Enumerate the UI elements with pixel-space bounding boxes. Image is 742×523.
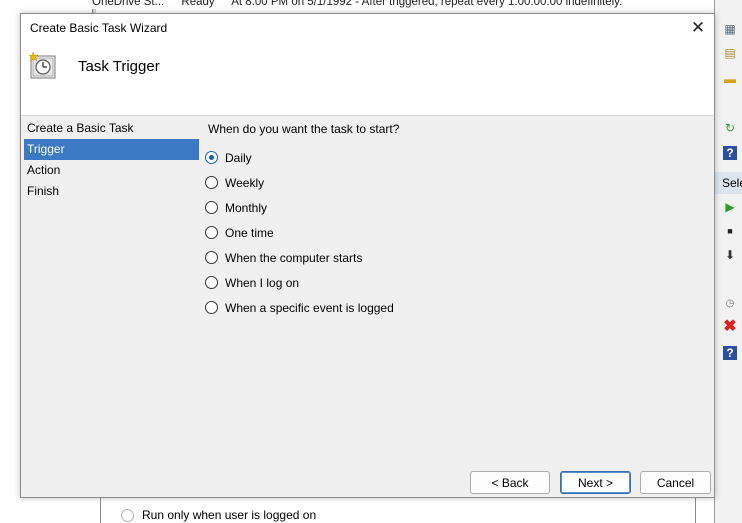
title-bar[interactable]: Create Basic Task Wizard ✕ (21, 14, 714, 42)
event-logged-label[interactable]: When a specific event is logged (225, 301, 394, 315)
folder-icon[interactable]: ▬ (723, 72, 737, 86)
back-button[interactable]: < Back (470, 471, 550, 494)
option-event-logged[interactable]: When a specific event is logged (205, 295, 394, 320)
log-on-label[interactable]: When I log on (225, 276, 299, 290)
close-button[interactable]: ✕ (682, 14, 714, 42)
weekly-label[interactable]: Weekly (225, 176, 264, 190)
daily-label[interactable]: Daily (225, 151, 252, 165)
refresh-icon[interactable]: ↻ (723, 121, 737, 135)
step-finish[interactable]: Finish (24, 181, 199, 202)
history-icon[interactable]: ◷ (723, 297, 737, 311)
step-create-basic-task[interactable]: Create a Basic Task (24, 118, 199, 139)
run-logged-on-option[interactable]: Run only when user is logged on (121, 508, 316, 522)
option-daily[interactable]: Daily (205, 145, 394, 170)
background-task-trigger: At 8:00 PM on 5/1/1992 - After triggered… (231, 0, 623, 8)
selected-item-header: Sele (715, 172, 742, 194)
option-one-time[interactable]: One time (205, 220, 394, 245)
next-button[interactable]: Next > (560, 471, 631, 494)
option-log-on[interactable]: When I log on (205, 270, 394, 295)
actions-panel: ▦ ▤ ▬ ↻ ? Sele ▶ ■ ⬇ ◷ ✖ ? (714, 0, 742, 523)
option-monthly[interactable]: Monthly (205, 195, 394, 220)
option-computer-starts[interactable]: When the computer starts (205, 245, 394, 270)
trigger-question: When do you want the task to start? (208, 122, 400, 136)
page-title: Task Trigger (78, 58, 160, 75)
monthly-radio[interactable] (205, 201, 218, 214)
trigger-options: Daily Weekly Monthly One time When the c… (205, 145, 394, 320)
step-action[interactable]: Action (24, 160, 199, 181)
help-icon[interactable]: ? (723, 146, 737, 160)
cancel-button[interactable]: Cancel (640, 471, 711, 494)
run-logged-on-label: Run only when user is logged on (142, 508, 317, 522)
disable-icon[interactable]: ⬇ (723, 248, 737, 262)
help-icon-2[interactable]: ? (723, 346, 737, 360)
weekly-radio[interactable] (205, 176, 218, 189)
close-icon: ✕ (690, 18, 706, 37)
daily-radio[interactable] (205, 151, 218, 164)
background-task-name: OneDrive St... (92, 0, 165, 8)
clock-icon (28, 51, 56, 79)
delete-icon[interactable]: ✖ (723, 319, 737, 335)
computer-starts-radio[interactable] (205, 251, 218, 264)
end-icon[interactable]: ■ (723, 224, 737, 238)
one-time-radio[interactable] (205, 226, 218, 239)
step-trigger[interactable]: Trigger (24, 139, 199, 160)
background-task-status: Ready (181, 0, 215, 8)
create-basic-task-wizard: Create Basic Task Wizard ✕ Task Trigger … (20, 13, 715, 498)
calendar-icon[interactable]: ▦ (723, 22, 737, 36)
background-task-row[interactable]: OneDrive St... Ready At 8:00 PM on 5/1/1… (92, 0, 714, 9)
window-title: Create Basic Task Wizard (30, 21, 168, 35)
computer-starts-label[interactable]: When the computer starts (225, 251, 362, 265)
one-time-label[interactable]: One time (225, 226, 274, 240)
import-icon[interactable]: ▤ (723, 46, 737, 60)
run-logged-on-radio[interactable] (121, 508, 134, 522)
log-on-radio[interactable] (205, 276, 218, 289)
wizard-header: Task Trigger (21, 42, 714, 116)
option-weekly[interactable]: Weekly (205, 170, 394, 195)
monthly-label[interactable]: Monthly (225, 201, 267, 215)
event-logged-radio[interactable] (205, 301, 218, 314)
wizard-steps: Create a Basic Task Trigger Action Finis… (24, 118, 199, 202)
run-icon[interactable]: ▶ (723, 200, 737, 214)
